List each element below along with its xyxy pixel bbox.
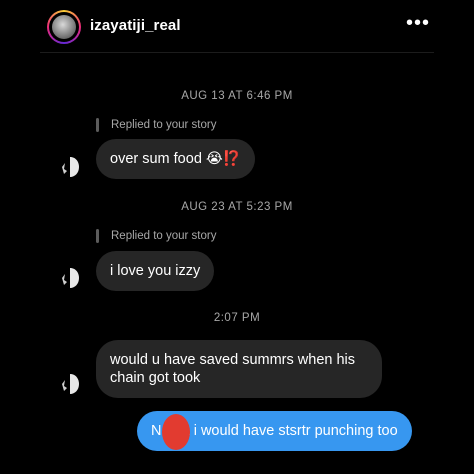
received-message[interactable]: i love you izzy: [96, 251, 215, 291]
sender-avatar[interactable]: [56, 264, 84, 292]
reply-bar: [96, 229, 99, 243]
redaction-mark: [162, 414, 190, 450]
received-message[interactable]: would u have saved summrs when his chain…: [96, 340, 382, 398]
timestamp: AUG 23 AT 5:23 PM: [181, 201, 293, 213]
timestamp: 2:07 PM: [213, 312, 261, 324]
sender-avatar[interactable]: [56, 370, 84, 398]
username[interactable]: izayatiji_real: [90, 17, 181, 34]
chat-header: izayatiji_real •••: [0, 0, 474, 54]
header-divider: [40, 52, 434, 53]
more-options-icon[interactable]: •••: [406, 13, 430, 33]
reply-bar: [96, 118, 99, 132]
received-message[interactable]: over sum food 😭⁉️: [96, 139, 255, 179]
profile-avatar[interactable]: [47, 10, 81, 44]
story-reply-label: Replied to your story: [96, 118, 216, 132]
story-reply-label: Replied to your story: [96, 229, 216, 243]
sender-avatar[interactable]: [56, 153, 84, 181]
timestamp: AUG 13 AT 6:46 PM: [181, 90, 293, 102]
